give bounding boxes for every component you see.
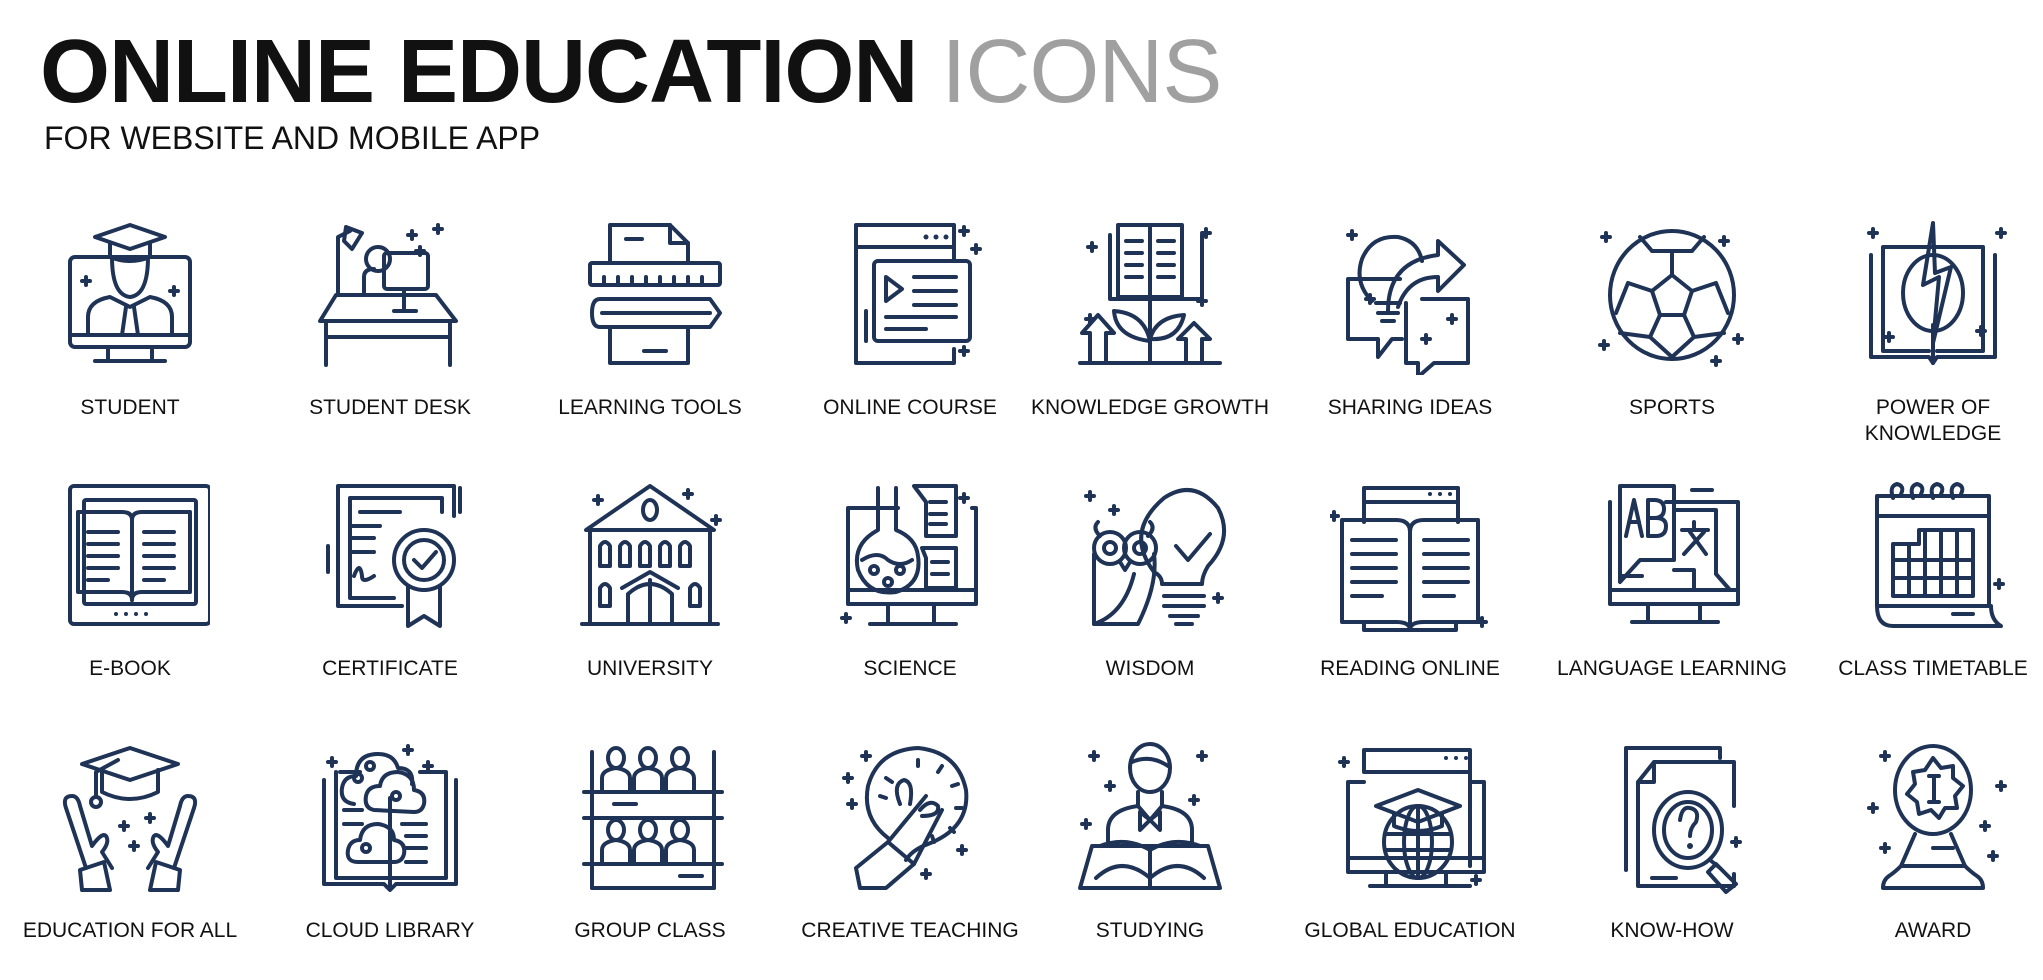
icon-card-education-for-all: EDUCATION FOR ALL xyxy=(0,738,260,944)
icon-card-ebook: E-BOOK xyxy=(0,476,260,682)
icon-card-reading-online: READING ONLINE xyxy=(1280,476,1540,682)
student-desk-icon xyxy=(318,223,458,367)
page-title: ONLINE EDUCATION ICONS xyxy=(40,22,1222,122)
icon-label: READING ONLINE xyxy=(1320,657,1500,680)
icon-label: KNOWLEDGE GROWTH xyxy=(1030,396,1269,419)
icon-label: ONLINE COURSE xyxy=(823,396,997,419)
creative-teaching-icon xyxy=(842,746,969,890)
title-light: ICONS xyxy=(941,22,1222,122)
icon-label: STUDYING xyxy=(1095,919,1205,942)
icon-card-knowledge-growth: KNOWLEDGE GROWTH xyxy=(1020,215,1280,421)
icon-card-certificate: CERTIFICATE xyxy=(260,476,520,682)
student-icon xyxy=(68,223,192,363)
icon-label: GROUP CLASS xyxy=(574,919,726,942)
icon-label: CLOUD LIBRARY xyxy=(305,919,475,942)
icon-card-global-education: GLOBAL EDUCATION xyxy=(1280,738,1540,944)
icon-card-know-how: KNOW-HOW xyxy=(1542,738,1802,944)
icon-label: LANGUAGE LEARNING xyxy=(1557,657,1787,680)
icon-card-sharing-ideas: SHARING IDEAS xyxy=(1280,215,1540,421)
icon-label: EDUCATION FOR ALL xyxy=(22,919,238,942)
icon-card-award: AWARD xyxy=(1803,738,2043,944)
icon-label: CLASS TIMETABLE xyxy=(1838,657,2028,680)
icon-label: STUDENT DESK xyxy=(309,396,471,419)
icon-label: CREATIVE TEACHING xyxy=(801,919,1019,942)
icon-label: WISDOM xyxy=(1105,657,1195,680)
award-icon xyxy=(1867,744,2007,890)
icon-label: POWER OF KNOWLEDGE xyxy=(1864,396,2002,445)
learning-tools-icon xyxy=(588,223,722,365)
page-subtitle: FOR WEBSITE AND MOBILE APP xyxy=(44,120,541,156)
global-education-icon xyxy=(1338,748,1486,888)
certificate-icon xyxy=(326,484,462,628)
icon-card-online-course: ONLINE COURSE xyxy=(780,215,1040,421)
icon-card-studying: STUDYING xyxy=(1020,738,1280,944)
studying-icon xyxy=(1078,742,1222,890)
group-class-icon xyxy=(582,746,724,890)
icon-card-creative-teaching: CREATIVE TEACHING xyxy=(780,738,1040,944)
icon-card-cloud-library: CLOUD LIBRARY xyxy=(260,738,520,944)
class-timetable-icon xyxy=(1875,482,2005,628)
education-for-all-icon xyxy=(62,746,198,892)
icon-card-student-desk: STUDENT DESK xyxy=(260,215,520,421)
wisdom-owl-icon xyxy=(1084,488,1226,626)
icon-card-language-learning: LANGUAGE LEARNING xyxy=(1542,476,1802,682)
icon-label: AWARD xyxy=(1894,919,1972,942)
science-icon xyxy=(840,484,978,626)
icon-label: UNIVERSITY xyxy=(586,657,714,680)
power-of-knowledge-icon xyxy=(1867,221,2007,365)
ebook-icon xyxy=(68,484,210,626)
icon-card-wisdom: WISDOM xyxy=(1020,476,1280,682)
icon-card-learning-tools: LEARNING TOOLS xyxy=(520,215,780,421)
icon-label: SCIENCE xyxy=(863,657,957,680)
icon-label: SPORTS xyxy=(1629,396,1715,419)
soccer-ball-icon xyxy=(1598,229,1744,367)
icon-card-sports: SPORTS xyxy=(1542,215,1802,421)
language-learning-icon xyxy=(1608,484,1740,624)
reading-online-icon xyxy=(1330,486,1488,632)
know-how-icon xyxy=(1624,746,1742,894)
icon-label: GLOBAL EDUCATION xyxy=(1304,919,1516,942)
icon-label: STUDENT xyxy=(80,396,180,419)
icon-label: LEARNING TOOLS xyxy=(558,396,742,419)
knowledge-growth-icon xyxy=(1078,223,1222,365)
online-course-icon xyxy=(854,223,982,365)
cloud-library-icon xyxy=(322,744,458,892)
title-bold: ONLINE EDUCATION xyxy=(40,22,918,122)
icon-card-power-of-knowledge: POWER OF KNOWLEDGE xyxy=(1803,215,2043,447)
icon-card-group-class: GROUP CLASS xyxy=(520,738,780,944)
university-icon xyxy=(580,484,722,626)
icon-card-university: UNIVERSITY xyxy=(520,476,780,682)
icon-label: E-BOOK xyxy=(89,657,171,680)
icon-label: CERTIFICATE xyxy=(322,657,458,680)
icon-label: KNOW-HOW xyxy=(1610,919,1734,942)
icon-label: SHARING IDEAS xyxy=(1327,396,1493,419)
icon-card-class-timetable: CLASS TIMETABLE xyxy=(1803,476,2043,682)
sharing-ideas-icon xyxy=(1346,229,1470,375)
icon-card-student: STUDENT xyxy=(0,215,260,421)
icon-card-science: SCIENCE xyxy=(780,476,1040,682)
